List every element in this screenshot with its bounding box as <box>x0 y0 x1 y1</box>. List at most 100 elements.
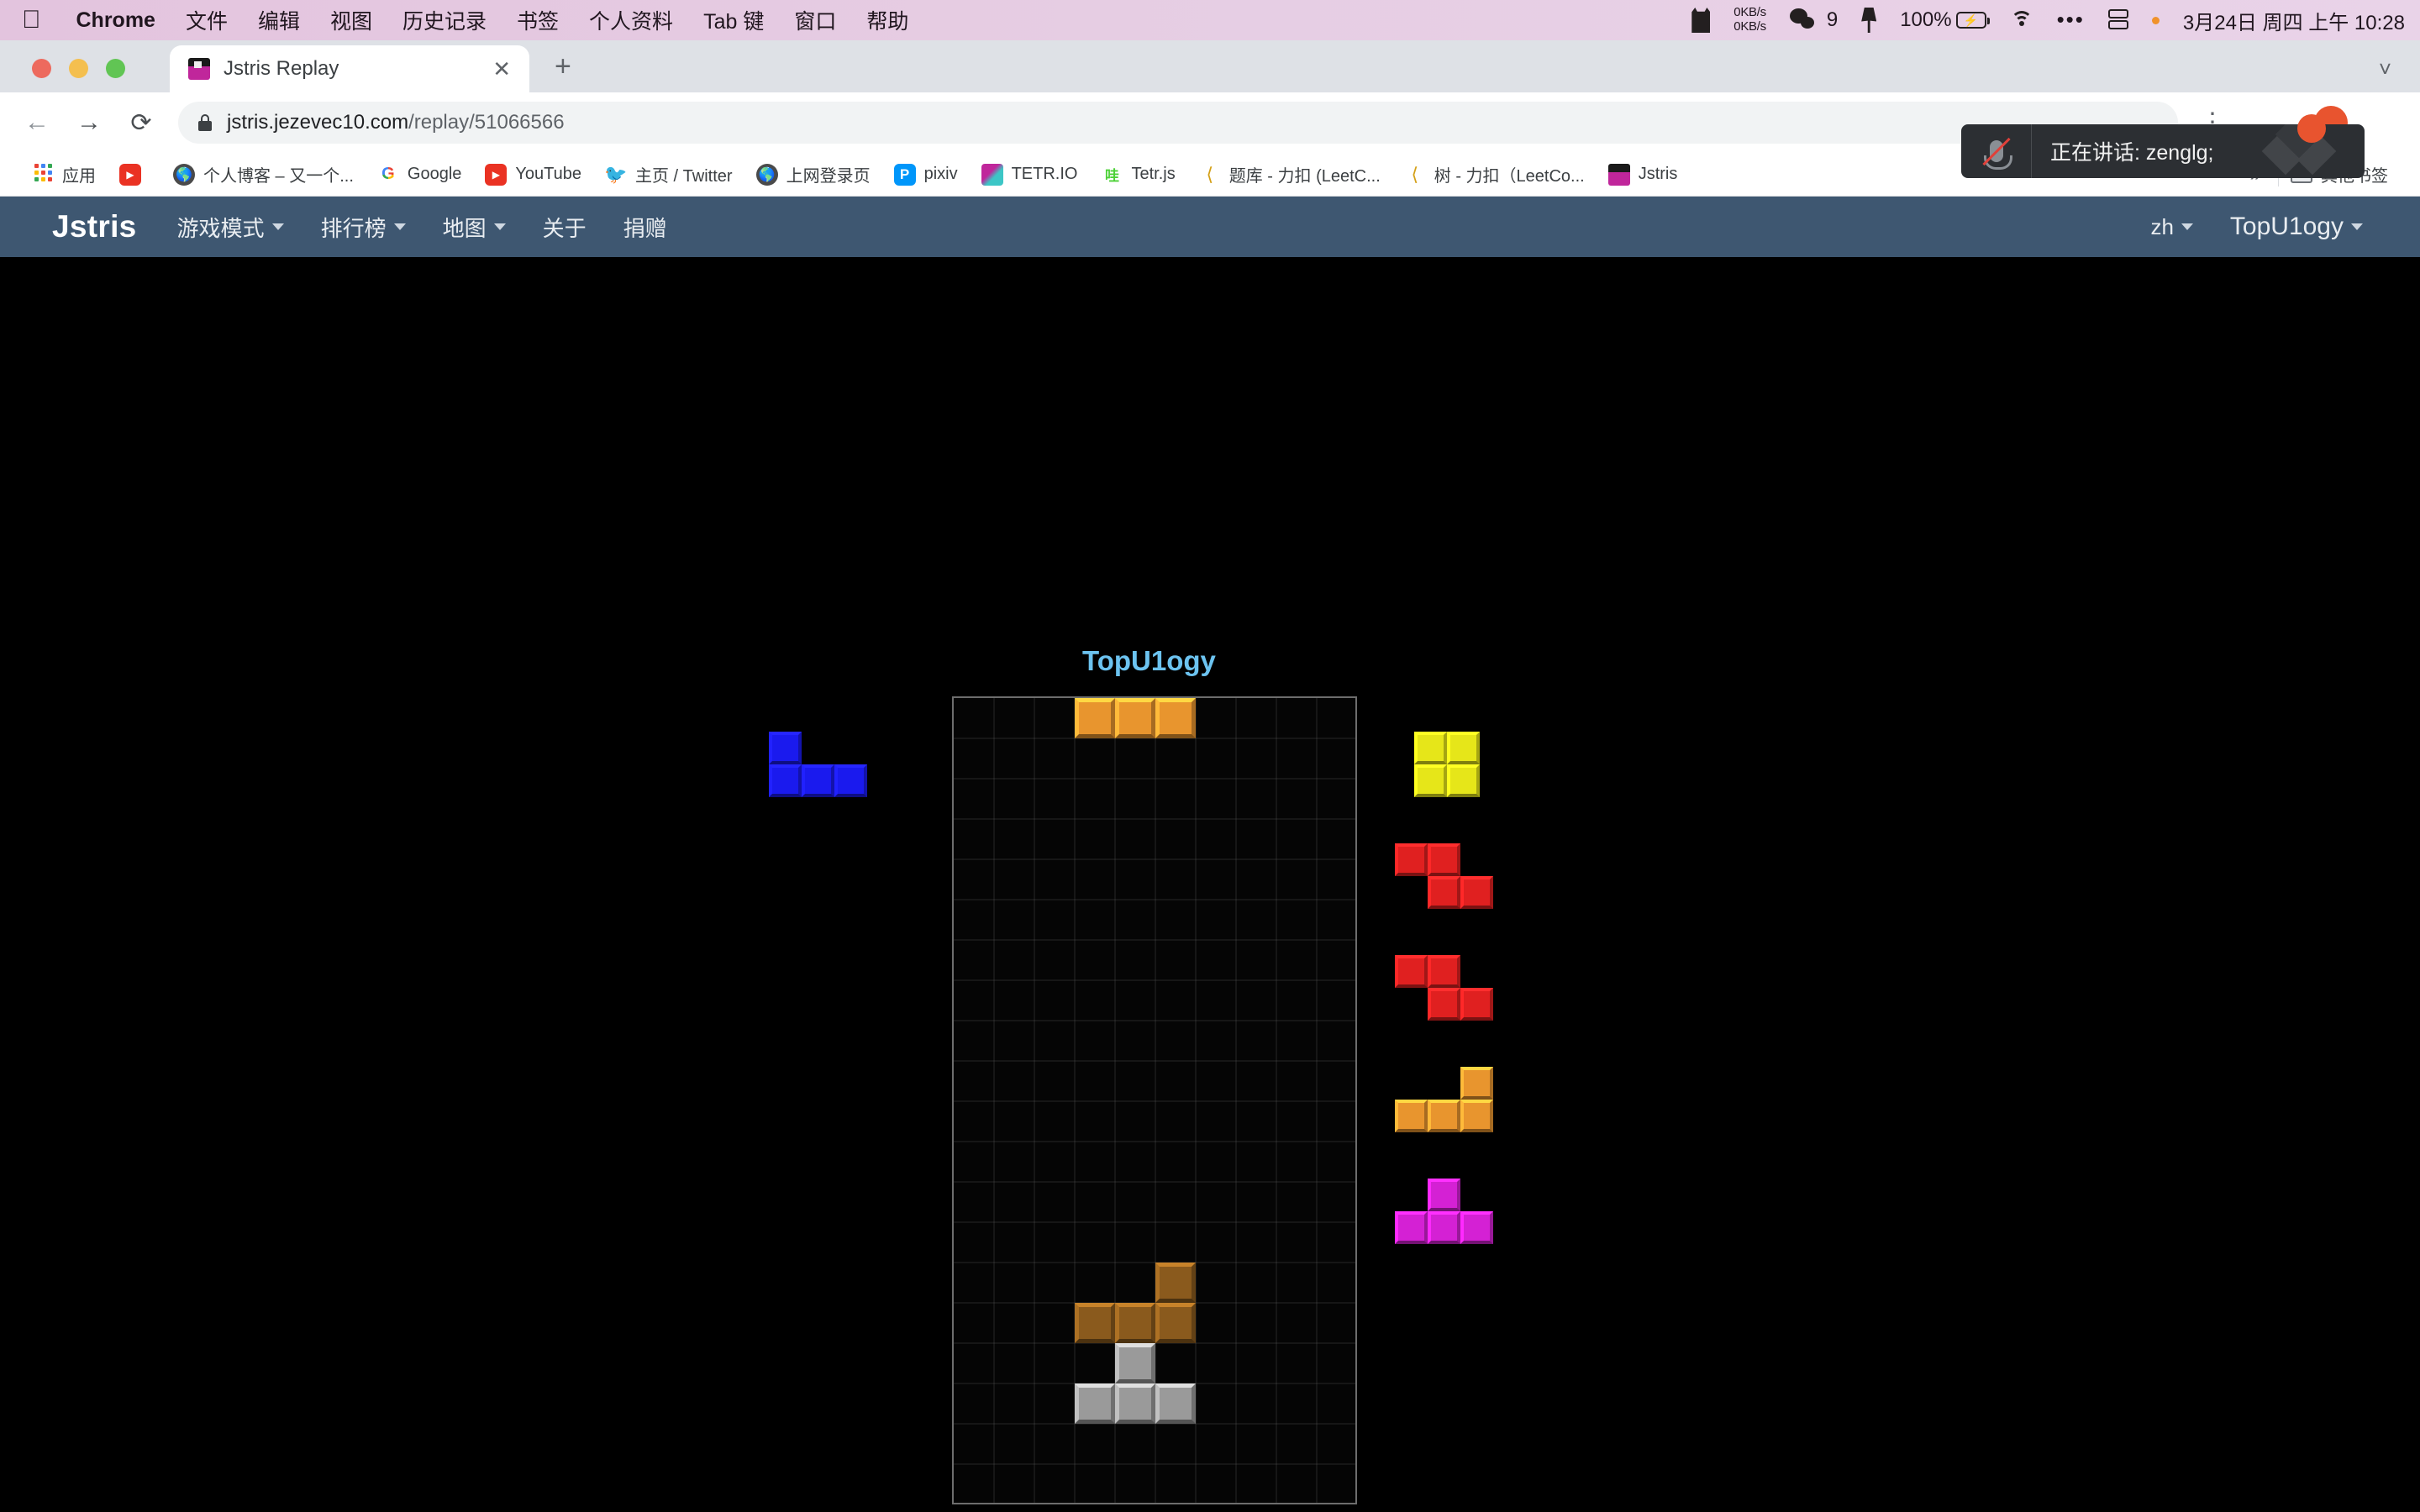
close-window-button[interactable] <box>32 59 51 78</box>
youtube-icon: ▶ <box>485 163 508 186</box>
bookmark-apps[interactable]: 应用 <box>20 162 108 186</box>
menu-item-bookmarks[interactable]: 书签 <box>517 5 559 35</box>
battery-status-item[interactable]: 100% ⚡ <box>1900 8 1990 32</box>
tetris-cell <box>1115 1383 1155 1424</box>
bookmark-tetrio[interactable]: TETR.IO <box>970 163 1090 186</box>
menu-bar-status-items: 0KB/s 0KB/s 9 100% ⚡ ••• 3月24日 周四 上午 10:… <box>1691 5 2405 35</box>
tetris-cell-face <box>834 764 867 797</box>
tetris-cell <box>1075 698 1115 738</box>
nav-item-about[interactable]: 关于 <box>524 212 605 243</box>
umbrella-icon[interactable] <box>1861 8 1877 33</box>
nav-item-game-modes[interactable]: 游戏模式 <box>159 212 302 243</box>
bookmark-leetcode-1[interactable]: ⟨ 题库 - 力扣 (LeetC... <box>1187 162 1392 186</box>
address-bar[interactable]: jstris.jezevec10.com/replay/51066566 <box>178 102 2178 144</box>
jstris-page: Jstris 游戏模式 排行榜 地图 关于 捐赠 zh TopU1ogy Top… <box>0 197 2420 1504</box>
nav-item-maps[interactable]: 地图 <box>424 212 524 243</box>
globe-icon: 🌎 <box>173 163 195 186</box>
caret-down-icon <box>271 223 284 230</box>
tetris-cell-face <box>1395 843 1428 876</box>
tetris-cell-face <box>1428 843 1460 876</box>
bookmark-google[interactable]: G Google <box>366 164 474 186</box>
bookmark-login-page[interactable]: 🌎 上网登录页 <box>744 162 882 186</box>
tetris-cell <box>1447 732 1481 764</box>
wifi-icon[interactable] <box>2010 11 2033 29</box>
menu-item-view[interactable]: 视图 <box>330 5 372 35</box>
tetris-cell <box>1460 1067 1493 1100</box>
user-label: TopU1ogy <box>2229 213 2344 240</box>
pixiv-icon: P <box>893 163 916 186</box>
tetris-cell <box>1414 764 1448 797</box>
menu-bar-clock[interactable]: 3月24日 周四 上午 10:28 <box>2183 6 2405 35</box>
tetris-cell <box>1460 876 1493 909</box>
bookmark-label: 个人博客 – 又一个... <box>203 167 354 186</box>
site-navbar: Jstris 游戏模式 排行榜 地图 关于 捐赠 zh TopU1ogy <box>0 197 2420 257</box>
tetris-cell <box>834 764 867 797</box>
tetris-cell-face <box>1115 1383 1155 1424</box>
tetris-cell <box>1395 1100 1428 1132</box>
tetris-cell-face <box>1075 1303 1115 1343</box>
tetris-cell <box>1395 955 1428 988</box>
cat-icon[interactable] <box>1691 8 1711 33</box>
tetris-cell <box>1155 1383 1196 1424</box>
tetris-cell-face <box>1414 764 1448 797</box>
tetris-cell <box>1428 988 1460 1021</box>
tetris-cell-face <box>1460 1211 1493 1244</box>
tetris-cell <box>1414 732 1448 764</box>
menu-item-chrome[interactable]: Chrome <box>76 8 155 33</box>
bookmark-jstris[interactable]: Jstris <box>1597 163 1690 186</box>
tetris-cell-face <box>1155 698 1196 738</box>
bookmark-label: 题库 - 力扣 (LeetC... <box>1228 167 1381 186</box>
menu-item-tab[interactable]: Tab 键 <box>703 5 764 35</box>
menu-item-file[interactable]: 文件 <box>186 5 228 35</box>
next-piece-3 <box>1395 955 1526 1021</box>
new-tab-button[interactable]: + <box>555 52 571 81</box>
nav-label: 捐赠 <box>623 215 667 241</box>
network-speed-indicator[interactable]: 0KB/s 0KB/s <box>1733 5 1766 34</box>
minimize-window-button[interactable] <box>69 59 88 78</box>
bookmark-twitter[interactable]: 🐦 主页 / Twitter <box>593 162 744 186</box>
bookmark-youtube-1[interactable]: ▶ <box>108 163 161 186</box>
forward-arrow-icon[interactable]: → <box>74 108 104 137</box>
nav-item-language[interactable]: zh <box>2132 214 2211 240</box>
menu-item-profiles[interactable]: 个人资料 <box>589 5 673 35</box>
bookmark-label: Jstris <box>1638 165 1678 183</box>
bookmark-personal-blog[interactable]: 🌎 个人博客 – 又一个... <box>161 162 366 186</box>
bookmark-pixiv[interactable]: P pixiv <box>882 163 970 186</box>
bookmark-label: TETR.IO <box>1011 165 1078 183</box>
browser-tab[interactable]: Jstris Replay ✕ <box>170 45 529 92</box>
reload-icon[interactable]: ⟳ <box>126 108 156 138</box>
tetrio-icon <box>981 163 1003 186</box>
bookmark-label: pixiv <box>923 165 958 183</box>
nav-item-donate[interactable]: 捐赠 <box>605 212 686 243</box>
maximize-window-button[interactable] <box>106 59 125 78</box>
ellipsis-icon[interactable]: ••• <box>2057 9 2085 30</box>
nav-item-leaderboard[interactable]: 排行榜 <box>302 212 424 243</box>
apple-logo-icon[interactable]:  <box>22 8 41 33</box>
bookmark-tetrjs[interactable]: 哇 Tetr.js <box>1089 164 1186 186</box>
tetris-cell <box>1428 1211 1460 1244</box>
tetris-cell-face <box>769 732 802 764</box>
tetris-cell-face <box>1115 1343 1155 1383</box>
bookmark-leetcode-2[interactable]: ⟨ 树 - 力扣（LeetCo... <box>1392 162 1597 186</box>
site-brand-link[interactable]: Jstris <box>30 209 159 244</box>
control-center-icon[interactable] <box>2107 9 2128 31</box>
next-piece-2 <box>1395 843 1526 909</box>
hold-piece-area <box>769 732 867 797</box>
menu-item-window[interactable]: 窗口 <box>794 5 836 35</box>
chevron-down-icon[interactable]: ˅ <box>2379 56 2391 82</box>
tab-strip: Jstris Replay ✕ + ˅ <box>0 40 2420 92</box>
close-icon[interactable]: ✕ <box>492 58 511 80</box>
tetris-cell <box>1075 1383 1115 1424</box>
bookmark-youtube-2[interactable]: ▶ YouTube <box>473 163 593 186</box>
wechat-status-item[interactable]: 9 <box>1789 8 1838 32</box>
microphone-muted-icon <box>1961 124 2032 178</box>
tab-title: Jstris Replay <box>224 57 339 80</box>
menu-item-help[interactable]: 帮助 <box>866 5 908 35</box>
battery-charging-icon: ⚡ <box>1955 12 1990 29</box>
back-arrow-icon[interactable]: ← <box>22 108 52 137</box>
bookmark-label: YouTube <box>515 165 581 183</box>
nav-item-user-menu[interactable]: TopU1ogy <box>2212 213 2390 241</box>
next-piece-1 <box>1395 732 1526 797</box>
menu-item-history[interactable]: 历史记录 <box>402 5 487 35</box>
menu-item-edit[interactable]: 编辑 <box>258 5 300 35</box>
